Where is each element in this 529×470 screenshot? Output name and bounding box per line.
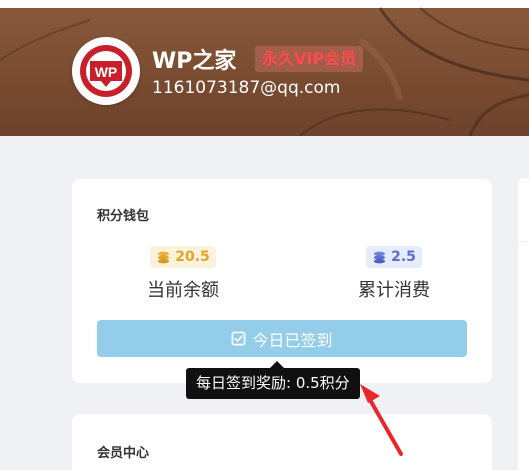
red-arrow-icon — [360, 384, 403, 456]
spent-label: 累计消费 — [358, 279, 430, 301]
side-panel-edge — [518, 178, 529, 470]
logo-text: WP — [95, 64, 118, 80]
user-email: 1161073187@qq.com — [152, 78, 341, 98]
coin-stack-icon — [373, 251, 386, 263]
member-title: 会员中心 — [97, 446, 150, 461]
wallet-card: 积分钱包 20.5 当前余额 2.5 累计消费 今日已签到 — [72, 179, 492, 383]
vip-badge: 永久VIP会员 — [255, 46, 364, 72]
spent-value-badge: 2.5 — [366, 246, 422, 268]
checkbox-icon — [232, 331, 246, 346]
side-panel-divider — [518, 241, 529, 242]
wallet-title: 积分钱包 — [97, 209, 150, 224]
site-avatar[interactable]: WP — [72, 37, 140, 105]
member-card: 会员中心 — [72, 414, 492, 470]
checkin-label: 今日已签到 — [252, 330, 333, 350]
checkin-button[interactable]: 今日已签到 — [97, 320, 467, 357]
tooltip-caret — [270, 361, 284, 368]
coins-icon — [158, 251, 170, 263]
balance-value-badge: 20.5 — [150, 246, 216, 268]
wp-logo-icon: WP — [80, 45, 132, 97]
balance-label: 当前余额 — [147, 279, 219, 301]
site-name: WP之家 — [152, 49, 237, 74]
spent-stat: 2.5 累计消费 — [324, 246, 464, 302]
checkin-tooltip: 每日签到奖励: 0.5积分 — [186, 368, 360, 399]
balance-stat: 20.5 当前余额 — [113, 246, 253, 302]
spent-value: 2.5 — [391, 249, 416, 265]
balance-value: 20.5 — [175, 249, 210, 265]
